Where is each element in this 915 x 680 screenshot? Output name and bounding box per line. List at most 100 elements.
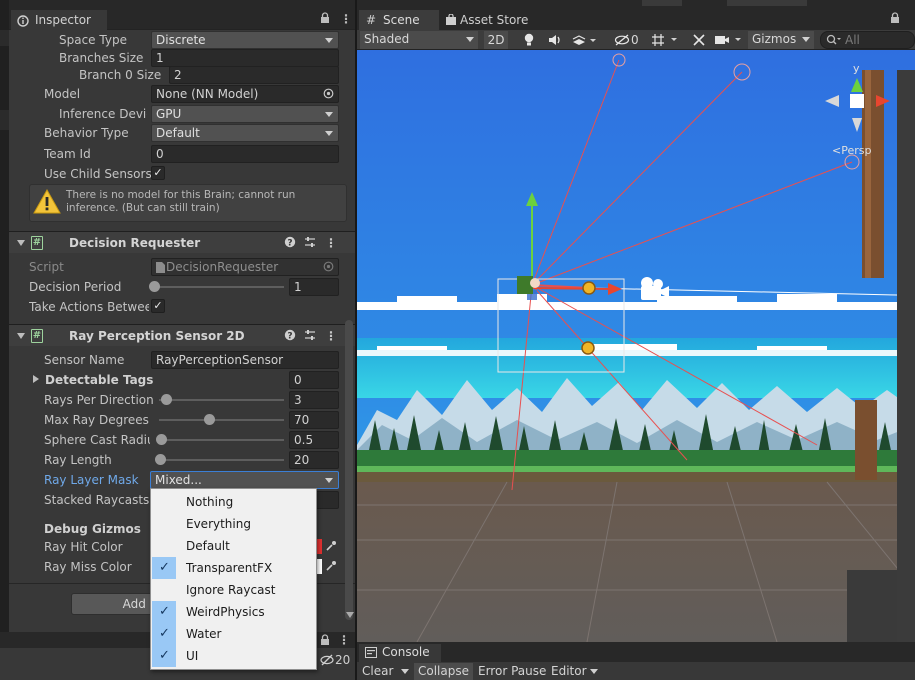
component-menu-icon[interactable]: ⋮	[325, 329, 337, 343]
clear-button[interactable]: Clear	[358, 663, 397, 680]
sphere-cast-radius-field[interactable]: 0.5	[289, 431, 339, 449]
console-toolbar: Clear Collapse Error Pause Editor	[357, 662, 915, 680]
effects-dropdown-icon[interactable]	[570, 31, 600, 49]
tab-scene[interactable]: # Scene	[359, 10, 439, 30]
detectable-tags-count-field[interactable]: 0	[289, 371, 339, 389]
menu-item-everything[interactable]: Everything	[152, 513, 315, 535]
scroll-down-arrow-icon[interactable]	[346, 612, 354, 618]
preset-icon[interactable]	[304, 236, 316, 251]
foldout-collapsed-icon[interactable]	[33, 375, 39, 383]
detectable-tags-row[interactable]: Detectable Tags 0	[9, 370, 355, 390]
checkmark-icon: ✓	[152, 623, 176, 645]
inference-device-dropdown[interactable]: GPU	[151, 105, 339, 123]
lock-icon[interactable]	[320, 634, 330, 649]
collapse-toggle[interactable]: Collapse	[414, 663, 473, 680]
scene-render[interactable]: y <Persp	[357, 50, 915, 642]
ray-layer-mask-value: Mixed...	[155, 473, 202, 487]
component-menu-icon[interactable]: ⋮	[325, 236, 337, 250]
checkmark-icon: ✓	[152, 645, 176, 667]
menu-item-transparentfx[interactable]: ✓ TransparentFX	[152, 557, 315, 579]
model-object-field[interactable]: None (NN Model)	[151, 85, 339, 103]
foldout-arrow-icon[interactable]	[17, 240, 25, 246]
hidden-objects-count: 0	[631, 33, 639, 47]
more-options-icon[interactable]: ⋮	[340, 12, 352, 26]
toolbar-fragment	[727, 0, 807, 6]
take-actions-checkbox[interactable]: ✓	[151, 299, 165, 313]
camera-dropdown-icon[interactable]	[712, 31, 746, 49]
tab-inspector[interactable]: Inspector	[11, 10, 107, 30]
menu-item-ui[interactable]: ✓ UI	[152, 645, 315, 667]
sensor-name-field[interactable]: RayPerceptionSensor	[151, 351, 339, 369]
branch0-size-field[interactable]: 2	[169, 66, 339, 84]
lock-icon[interactable]	[890, 12, 900, 27]
hidden-objects-icon[interactable]	[320, 654, 334, 669]
space-type-dropdown[interactable]: Discrete	[151, 31, 339, 49]
sphere-cast-radius-row: Sphere Cast Radiu 0.5	[9, 430, 355, 450]
editor-dropdown[interactable]: Editor	[547, 663, 602, 680]
object-picker-icon[interactable]	[323, 88, 334, 102]
projection-label[interactable]: <Persp	[832, 144, 871, 157]
rays-per-direction-field[interactable]: 3	[289, 391, 339, 409]
decision-period-slider-knob[interactable]	[149, 281, 160, 292]
audio-toggle-icon[interactable]	[546, 31, 564, 49]
error-pause-toggle[interactable]: Error Pause	[474, 663, 550, 680]
help-icon[interactable]: ?	[284, 329, 296, 344]
menu-item-ignore-raycast[interactable]: Ignore Raycast	[152, 579, 315, 601]
hidden-objects-toggle[interactable]: 0	[612, 31, 644, 49]
preset-icon[interactable]	[304, 329, 316, 344]
2d-toggle-button[interactable]: 2D	[484, 31, 508, 49]
menu-item-label: Nothing	[186, 495, 234, 509]
grid-snapping-dropdown-icon[interactable]	[648, 31, 684, 49]
lighting-toggle-icon[interactable]	[520, 31, 538, 49]
scene-viewport[interactable]: y <Persp	[357, 50, 915, 642]
decision-requester-header[interactable]: # Decision Requester ? ⋮	[9, 231, 355, 253]
use-child-sensors-checkbox[interactable]: ✓	[151, 166, 165, 180]
decision-period-slider-track[interactable]	[154, 286, 284, 288]
decision-period-field[interactable]: 1	[289, 278, 339, 296]
script-object-field: DecisionRequester	[151, 258, 339, 276]
x-axis-handle[interactable]	[531, 287, 613, 290]
ray-layer-mask-dropdown[interactable]: Mixed...	[150, 471, 339, 489]
shading-mode-dropdown[interactable]: Shaded	[360, 31, 478, 49]
ray-sensor-header[interactable]: # Ray Perception Sensor 2D ? ⋮	[9, 324, 355, 346]
store-bag-icon	[446, 13, 456, 28]
max-ray-degrees-slider-knob[interactable]	[203, 414, 215, 425]
ray-layer-mask-label: Ray Layer Mask	[44, 473, 139, 487]
tab-console[interactable]: Console	[359, 644, 441, 662]
eyedropper-icon[interactable]	[325, 540, 337, 555]
team-id-field[interactable]: 0	[151, 145, 339, 163]
rays-per-direction-label: Rays Per Direction	[44, 393, 154, 407]
eyedropper-icon[interactable]	[325, 560, 337, 575]
inspector-scrollbar[interactable]	[345, 320, 353, 620]
menu-item-water[interactable]: ✓ Water	[152, 623, 315, 645]
model-value: None (NN Model)	[156, 87, 259, 101]
gizmos-dropdown[interactable]: Gizmos	[748, 31, 814, 49]
team-id-row: Team Id 0	[9, 144, 355, 164]
foldout-arrow-icon[interactable]	[17, 333, 25, 339]
more-options-icon[interactable]: ⋮	[338, 633, 350, 647]
behavior-type-row: Behavior Type Default	[9, 123, 355, 143]
max-ray-degrees-field[interactable]: 70	[289, 411, 339, 429]
lock-icon[interactable]	[320, 12, 330, 27]
menu-item-weirdphysics[interactable]: ✓ WeirdPhysics	[152, 601, 315, 623]
rays-per-direction-slider-knob[interactable]	[160, 394, 172, 405]
behavior-type-dropdown[interactable]: Default	[151, 124, 339, 142]
decision-requester-title: Decision Requester	[69, 236, 201, 250]
rays-per-direction-slider-track[interactable]	[159, 399, 284, 401]
menu-item-label: Water	[186, 627, 222, 641]
menu-item-nothing[interactable]: Nothing	[152, 491, 315, 513]
ray-length-field[interactable]: 20	[289, 451, 339, 469]
help-icon[interactable]: ?	[284, 236, 296, 251]
search-placeholder: All	[845, 33, 860, 47]
ray-length-slider-knob[interactable]	[155, 454, 166, 465]
scene-search-input[interactable]: All	[820, 31, 915, 49]
tools-icon[interactable]	[690, 31, 708, 49]
clear-options-dropdown[interactable]	[397, 663, 413, 680]
sphere-cast-radius-slider-knob[interactable]	[156, 434, 168, 445]
sphere-cast-radius-slider-track[interactable]	[159, 439, 284, 441]
ray-length-slider-track[interactable]	[159, 459, 284, 461]
console-icon	[365, 647, 377, 661]
tab-asset-store[interactable]: Asset Store	[441, 10, 541, 30]
menu-item-default[interactable]: Default	[152, 535, 315, 557]
max-ray-degrees-slider-track[interactable]	[159, 419, 284, 421]
